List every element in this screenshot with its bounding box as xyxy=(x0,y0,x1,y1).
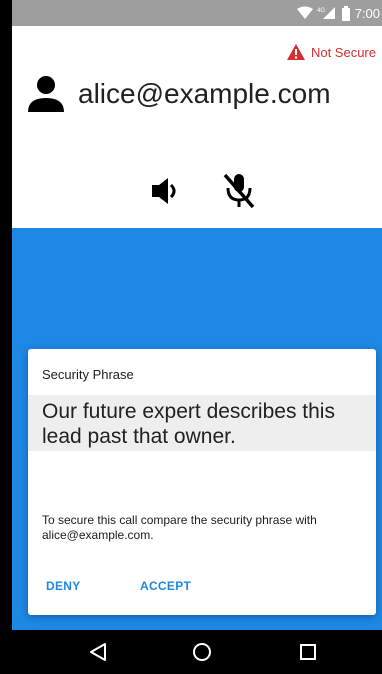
media-controls xyxy=(12,172,382,212)
home-button[interactable] xyxy=(190,640,214,664)
security-indicator[interactable]: Not Secure xyxy=(286,44,376,60)
recents-icon xyxy=(300,644,316,660)
mic-off-icon xyxy=(223,173,255,209)
home-icon xyxy=(193,643,211,661)
status-icons: 4G 7:00 xyxy=(296,0,382,26)
dialog-actions: DENY ACCEPT xyxy=(28,579,376,603)
network-type-label: 4G xyxy=(317,8,325,14)
dialog-message: To secure this call compare the security… xyxy=(42,513,317,542)
security-label: Not Secure xyxy=(310,44,376,60)
screen: 4G 7:00 Not Secure alice@example.com Sec… xyxy=(12,0,382,674)
status-bar: 4G 7:00 xyxy=(12,0,382,26)
security-phrase-dialog: Security Phrase Our future expert descri… xyxy=(28,349,376,615)
wifi-icon xyxy=(296,6,313,19)
dialog-title: Security Phrase xyxy=(42,367,134,382)
deny-button[interactable]: DENY xyxy=(46,579,81,593)
navigation-bar xyxy=(12,630,382,674)
accept-button[interactable]: ACCEPT xyxy=(140,579,191,593)
phrase-box: Our future expert describes this lead pa… xyxy=(28,395,376,451)
status-time: 7:00 xyxy=(354,5,380,21)
peer-email: alice@example.com xyxy=(78,78,331,109)
speaker-icon xyxy=(152,178,176,204)
device-frame: 4G 7:00 Not Secure alice@example.com Sec… xyxy=(0,0,382,674)
back-button[interactable] xyxy=(86,640,110,664)
back-icon xyxy=(90,643,106,661)
person-icon xyxy=(28,76,64,112)
peer-row: alice@example.com xyxy=(26,74,331,114)
mute-button[interactable] xyxy=(222,172,256,215)
speaker-button[interactable] xyxy=(150,176,182,211)
battery-icon xyxy=(341,5,350,21)
warning-icon xyxy=(286,44,305,60)
recents-button[interactable] xyxy=(296,640,320,664)
security-phrase: Our future expert describes this lead pa… xyxy=(42,400,335,448)
cellular-4g-icon: 4G xyxy=(317,7,335,19)
